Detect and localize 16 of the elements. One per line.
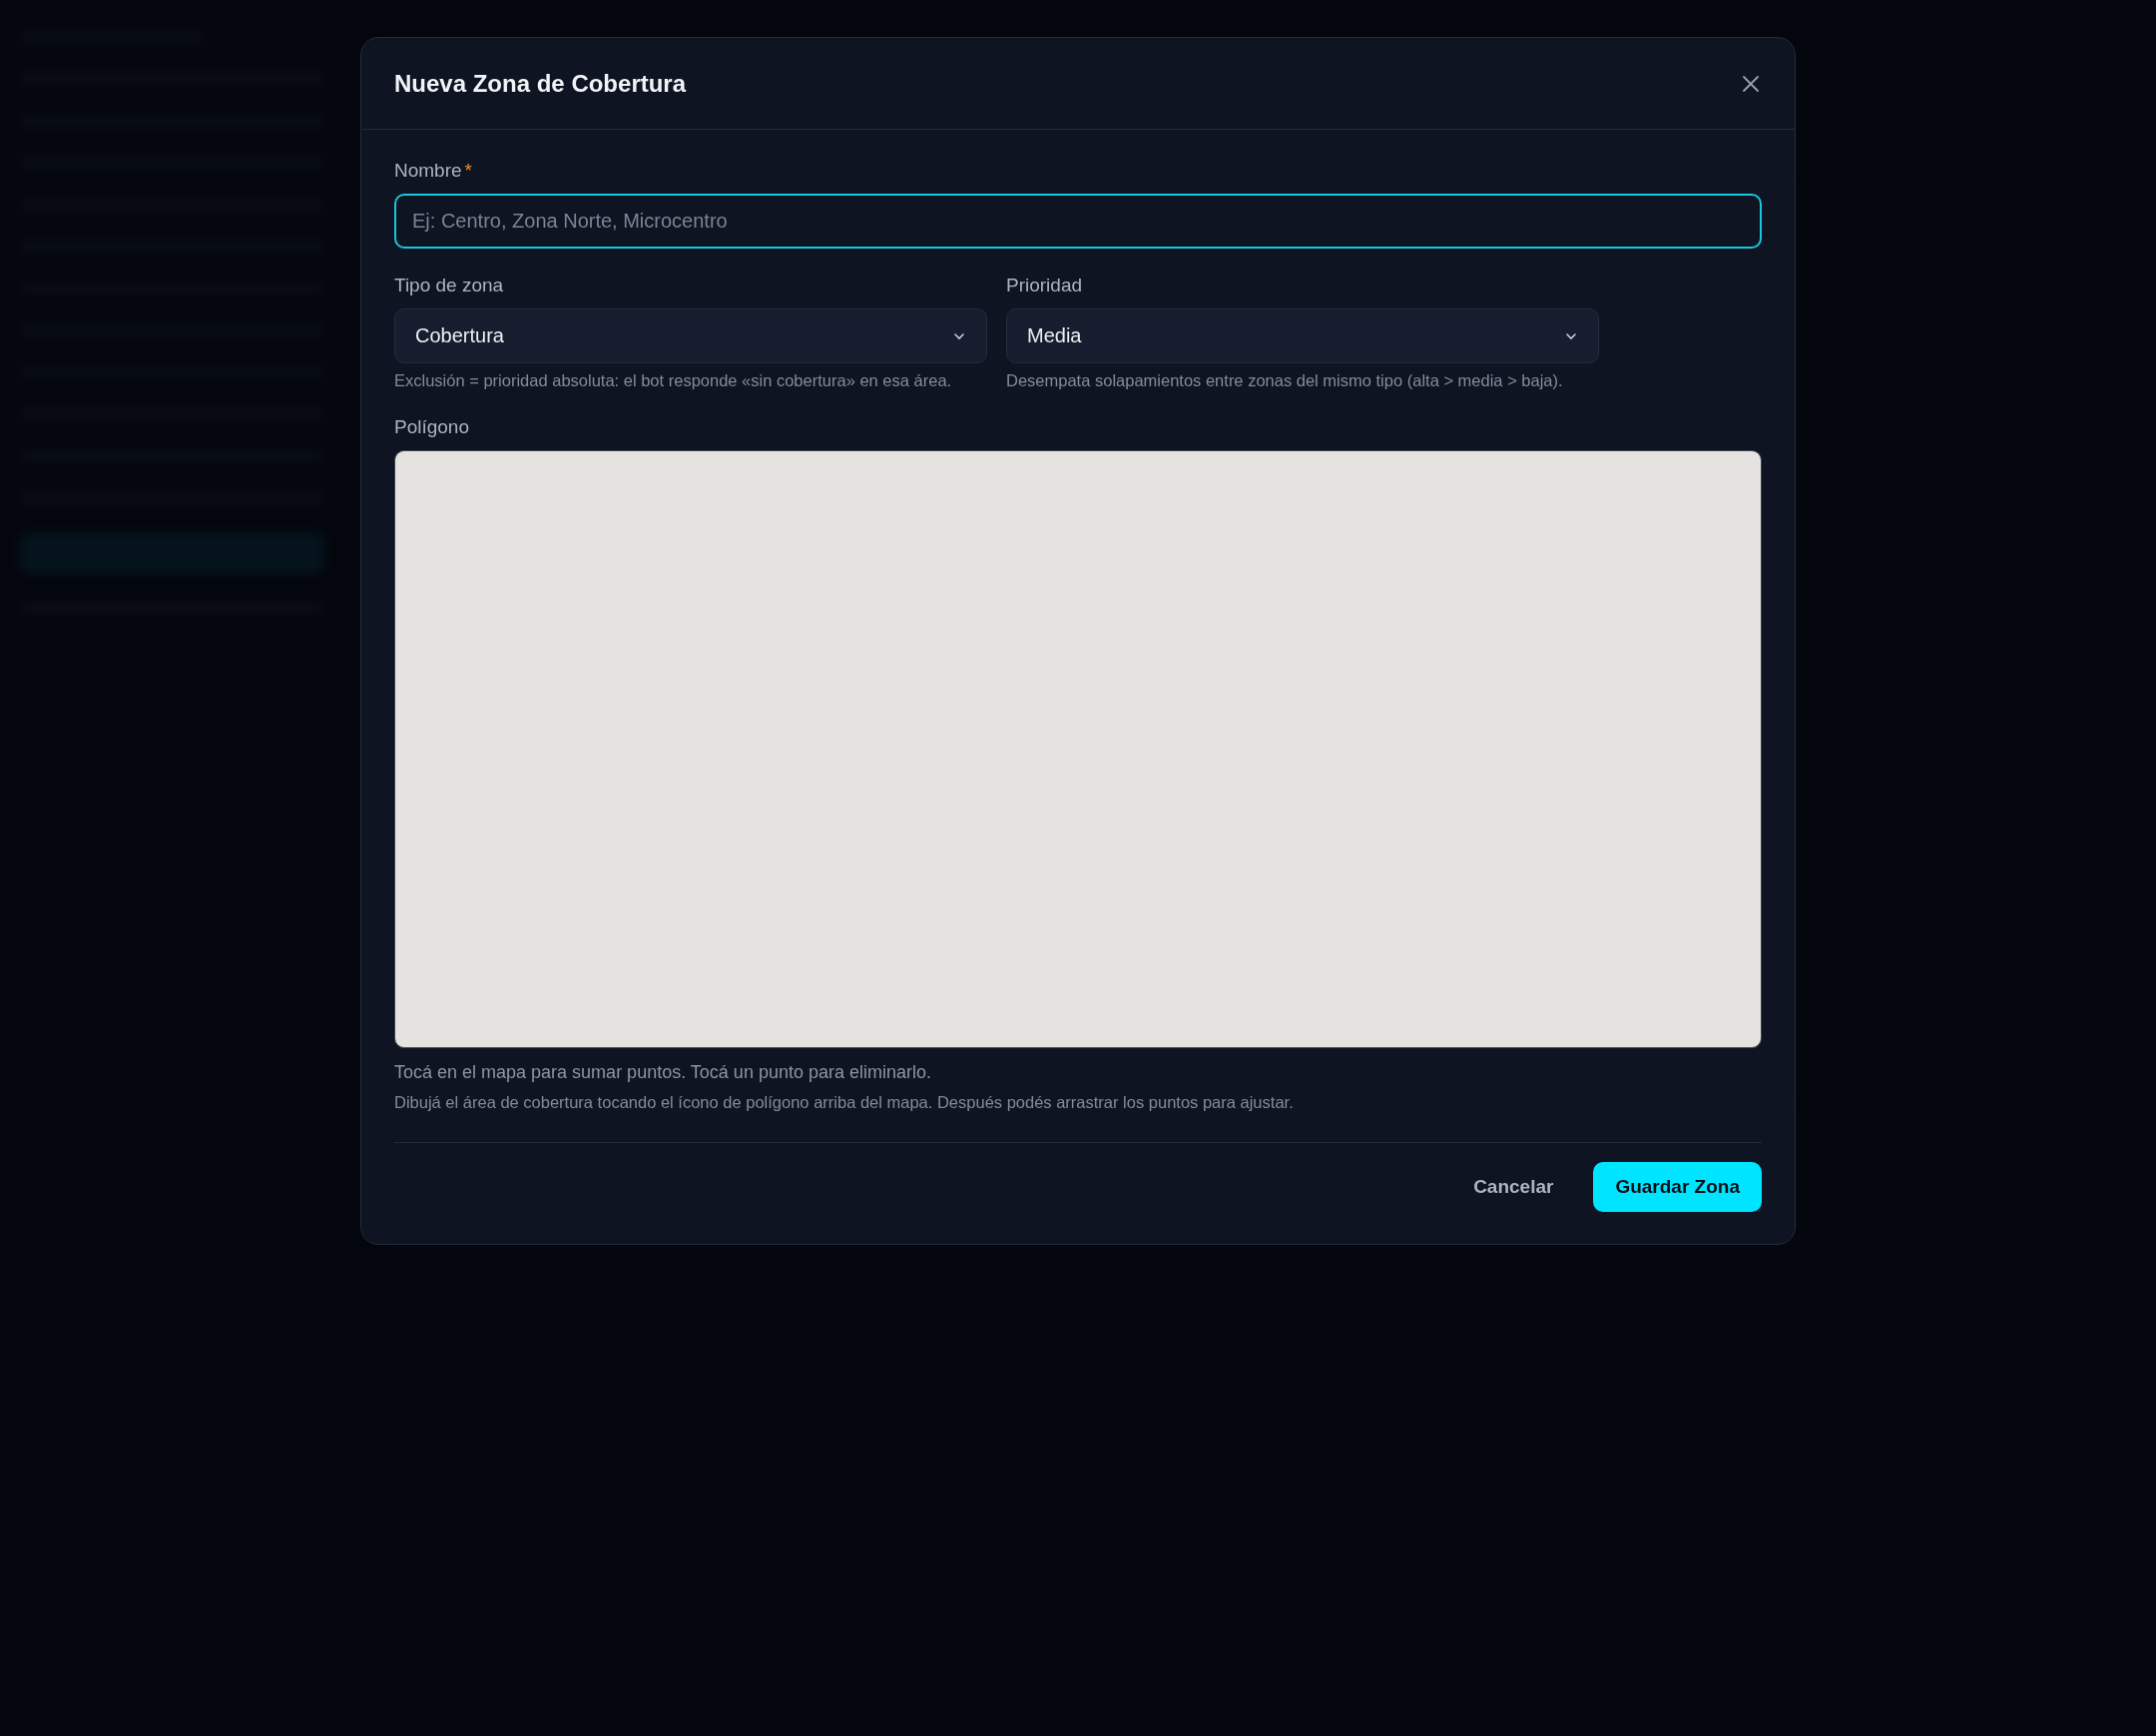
help-text: Exclusión = prioridad absoluta: el bot responde «sin cobertura» en esa área. [394,371,953,390]
close-icon [1741,73,1761,94]
select-dropdown[interactable]: Media [1006,308,1599,363]
field-label: Tipo de zona [394,275,505,296]
help-text: Dibujá el área de cobertura tocando el ícono de polígono arriba del mapa. Después podés arrastrar los puntos para ajustar. [394,1093,1295,1112]
field-label: Nombre [394,160,462,182]
dialog-title: Nueva Zona de Cobertura [394,69,687,98]
save-button[interactable]: Guardar Zona [1593,1162,1762,1212]
field-label: Polígono [394,416,470,438]
cancel-button[interactable]: Cancelar [1461,1162,1566,1212]
field-label: Prioridad [1006,275,1084,296]
name-input-field[interactable]: Ej: Centro, Zona Norte, Microcentro [394,194,1762,249]
required-mark: * [464,160,472,182]
help-text: Tocá en el mapa para sumar puntos. Tocá un punto para eliminarlo. [394,1062,932,1083]
help-text: Desempata solapamientos entre zonas del mismo tipo (alta > media > baja). [1006,371,1564,390]
select-dropdown[interactable]: Cobertura [394,308,987,363]
